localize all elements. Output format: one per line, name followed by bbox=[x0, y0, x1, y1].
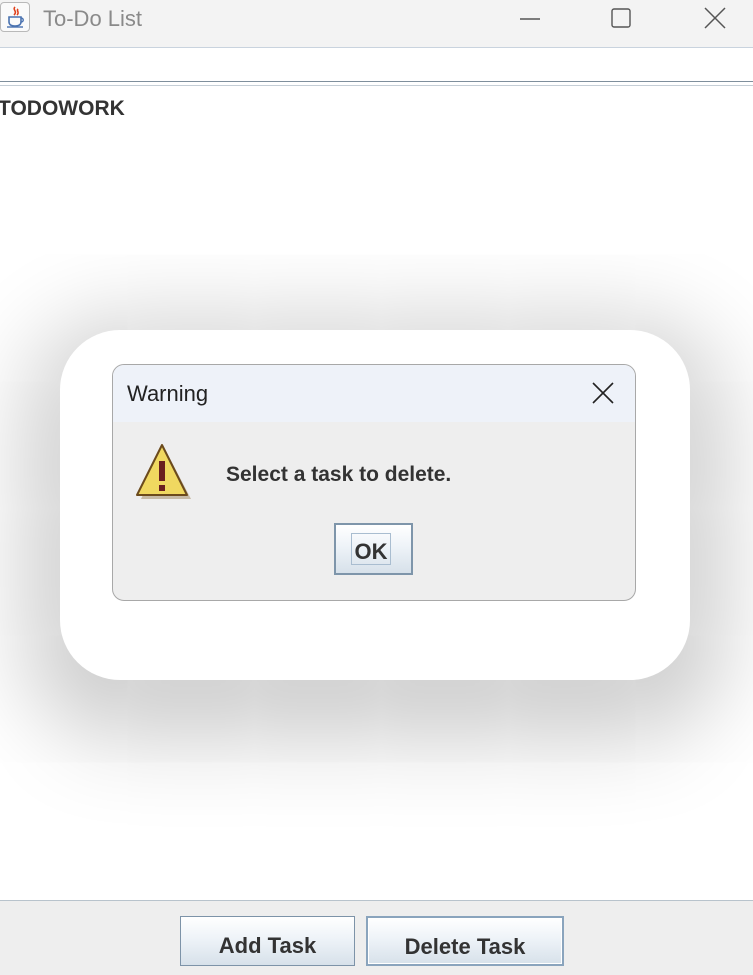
warning-dialog: Warning Select a task to delete. OK bbox=[112, 364, 636, 601]
ok-button-label: OK bbox=[351, 533, 391, 565]
button-panel: Add Task Delete Task bbox=[0, 900, 753, 975]
close-icon bbox=[592, 382, 614, 404]
window-title: To-Do List bbox=[43, 6, 143, 31]
minimize-button[interactable] bbox=[500, 0, 560, 40]
close-icon bbox=[704, 7, 726, 29]
separator bbox=[0, 85, 753, 86]
maximize-button[interactable] bbox=[590, 0, 650, 40]
warning-icon bbox=[136, 444, 191, 499]
ok-button[interactable]: OK bbox=[334, 523, 413, 575]
add-task-button[interactable]: Add Task bbox=[180, 916, 355, 966]
title-bar: To-Do List bbox=[0, 0, 753, 48]
maximize-icon bbox=[611, 8, 631, 28]
dialog-close-button[interactable] bbox=[581, 377, 625, 409]
window-close-button[interactable] bbox=[683, 0, 743, 40]
dialog-title-bar: Warning bbox=[113, 365, 635, 422]
list-item[interactable]: TODOWORK bbox=[0, 97, 125, 121]
minimize-icon bbox=[520, 18, 540, 20]
java-cup-icon bbox=[0, 2, 30, 32]
dialog-message: Select a task to delete. bbox=[226, 463, 452, 486]
dialog-title: Warning bbox=[127, 381, 209, 406]
task-input-field[interactable] bbox=[0, 48, 753, 82]
app-window: To-Do List TODOWORK Add Task Delete Task bbox=[0, 0, 753, 975]
delete-task-button[interactable]: Delete Task bbox=[366, 916, 564, 966]
